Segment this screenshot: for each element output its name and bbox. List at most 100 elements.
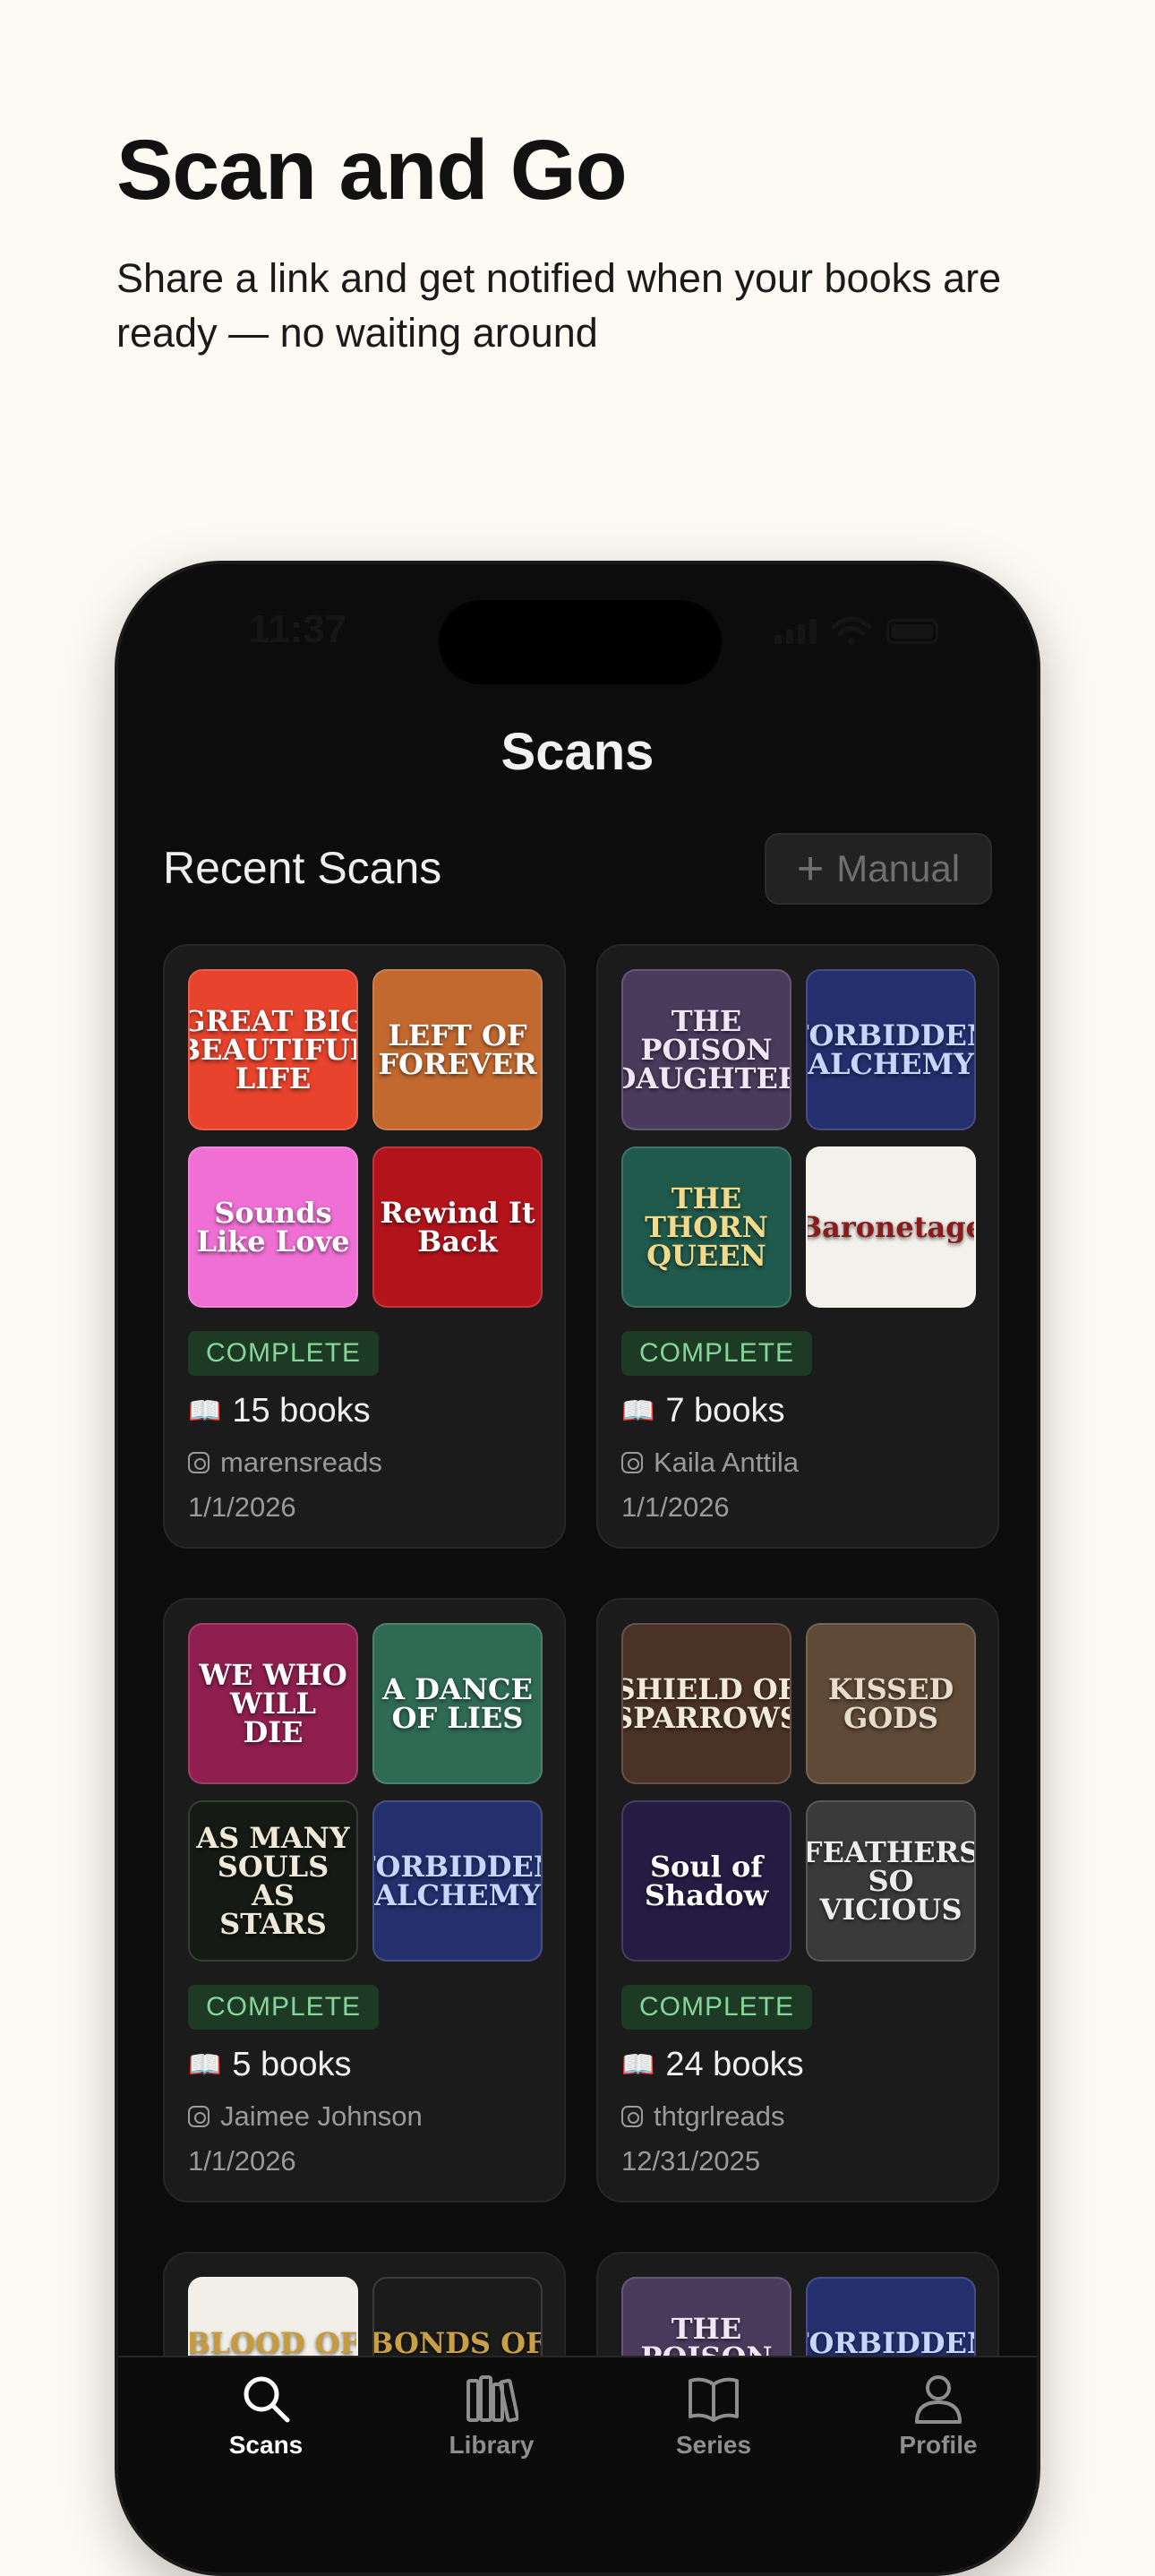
hero-title: Scan and Go [116,123,628,218]
scan-date: 1/1/2026 [188,1491,296,1523]
scan-date: 1/1/2026 [188,2145,296,2177]
book-count: 📖 7 books [621,1392,974,1430]
book-cover-title: FEATHERS SO VICIOUS [806,1835,976,1927]
book-count: 📖 5 books [188,2046,541,2084]
status-icons [774,616,938,647]
book-cover-title: Sounds Like Love [196,1196,350,1258]
tab-library[interactable]: Library [402,2372,581,2460]
phone-mockup: 11:37 Scans Recent Scans + Manual GREAT … [115,561,1040,2576]
person-icon [849,2372,1028,2426]
book-cover-title: THE POISON DAUGHTER [623,1004,790,1095]
cover-grid: GREAT BIG BEAUTIFUL LIFE LEFT OF FOREVER S… [188,969,543,1308]
book-count-label: 5 books [232,2046,352,2083]
signal-icon [774,619,817,644]
tab-series[interactable]: Series [624,2372,803,2460]
battery-icon [886,619,938,644]
book-cover-title: Soul of Shadow [644,1850,769,1912]
book-cover: A DANCE OF LIES [372,1623,543,1784]
cover-grid: THE POISON DAUGHTER FORBIDDEN ALCHEMY THE … [621,969,976,1308]
book-cover-title: THE THORN QUEEN [645,1181,768,1273]
instagram-icon [621,1452,643,1473]
book-cover: Rewind It Back [372,1146,543,1308]
plus-icon: + [796,843,825,895]
book-cover: Soul of Shadow [621,1800,791,1962]
scan-card[interactable]: THE POISON DAUGHTER FORBIDDEN ALCHEMY THE … [596,944,999,1549]
hero-subtitle: Share a link and get notified when your … [116,255,1002,356]
hero: Scan and Go Share a link and get notifie… [116,122,1065,361]
recent-scans-header: Recent Scans + Manual [163,833,992,905]
book-cover: Baronetage [806,1146,976,1308]
book-cover: THE POISON DAUGHTER [621,969,791,1130]
scan-source: marensreads [188,1447,541,1479]
book-cover: SHIELD OF SPARROWS [621,1623,791,1784]
scan-date: 12/31/2025 [621,2145,761,2177]
book-cover-title: KISSED GODS [827,1672,954,1735]
book-cover-title: AS MANY SOULS AS STARS [196,1821,350,1941]
scan-card[interactable]: GREAT BIG BEAUTIFUL LIFE LEFT OF FOREVER S… [163,944,566,1549]
library-icon [402,2372,581,2426]
book-icon: 📖 [621,2050,655,2080]
scan-source: Jaimee Johnson [188,2100,541,2133]
status-badge: COMPLETE [188,1331,380,1376]
instagram-icon [188,1452,210,1473]
tab-profile[interactable]: Profile [849,2372,1028,2460]
book-icon: 📖 [621,1396,655,1426]
book-cover-title: WE WHO WILL DIE [199,1658,347,1749]
page-title: Scans [500,723,654,781]
book-cover: Sounds Like Love [188,1146,358,1308]
cover-grid: SHIELD OF SPARROWS KISSED GODS Soul of Sha… [621,1623,976,1962]
book-cover-title: FORBIDDEN ALCHEMY [374,1850,541,1912]
username: marensreads [220,1447,382,1478]
book-open-icon [624,2372,803,2426]
book-cover: FORBIDDEN ALCHEMY [806,969,976,1130]
book-cover-title: Rewind It Back [380,1196,535,1258]
status-badge: COMPLETE [621,1985,813,2030]
tab-label: Series [675,2431,752,2459]
instagram-icon [188,2106,210,2127]
book-count: 📖 24 books [621,2046,974,2084]
instagram-icon [621,2106,643,2127]
tab-label: Scans [228,2431,304,2459]
cover-grid: WE WHO WILL DIE A DANCE OF LIES AS MANY SO… [188,1623,543,1962]
book-cover-title: SHIELD OF SPARROWS [621,1672,791,1735]
book-count-label: 24 books [665,2046,804,2083]
book-cover: GREAT BIG BEAUTIFUL LIFE [188,969,358,1130]
book-cover-title: FORBIDDEN ALCHEMY [808,1018,974,1081]
search-icon [176,2372,355,2426]
scan-card[interactable]: WE WHO WILL DIE A DANCE OF LIES AS MANY SO… [163,1598,566,2202]
manual-label: Manual [836,847,961,889]
app-screen: 11:37 Scans Recent Scans + Manual GREAT … [118,564,1037,2572]
book-icon: 📖 [188,2050,222,2080]
book-count: 📖 15 books [188,1392,541,1430]
scan-source: Kaila Anttila [621,1447,974,1479]
book-cover: KISSED GODS [806,1623,976,1784]
dynamic-island [439,600,722,684]
status-badge: COMPLETE [621,1331,813,1376]
tab-label: Library [449,2431,535,2459]
status-bar: 11:37 [118,600,1037,684]
book-count-label: 15 books [232,1392,371,1430]
book-cover-title: Baronetage [806,1210,976,1244]
book-cover-title: LEFT OF FOREVER [378,1018,537,1081]
book-cover: AS MANY SOULS AS STARS [188,1800,358,1962]
book-cover: WE WHO WILL DIE [188,1623,358,1784]
manual-button[interactable]: + Manual [765,833,992,905]
wifi-icon [831,616,872,645]
book-cover-title: GREAT BIG BEAUTIFUL LIFE [188,1004,356,1095]
section-title: Recent Scans [163,843,442,893]
tab-bar: Scans Library Series Profile [118,2356,1037,2572]
book-icon: 📖 [188,1396,222,1426]
status-badge: COMPLETE [188,1985,380,2030]
scan-source: thtgrlreads [621,2100,974,2133]
book-cover: LEFT OF FOREVER [372,969,543,1130]
tab-label: Profile [899,2431,978,2459]
tab-scans[interactable]: Scans [176,2372,355,2460]
book-cover-title: A DANCE OF LIES [382,1672,533,1735]
scan-date: 1/1/2026 [621,1491,730,1523]
username: Kaila Anttila [654,1447,799,1478]
username: thtgrlreads [654,2100,785,2132]
scan-card[interactable]: SHIELD OF SPARROWS KISSED GODS Soul of Sha… [596,1598,999,2202]
book-cover: FORBIDDEN ALCHEMY [372,1800,543,1962]
status-time: 11:37 [248,607,347,651]
book-count-label: 7 books [665,1392,785,1430]
